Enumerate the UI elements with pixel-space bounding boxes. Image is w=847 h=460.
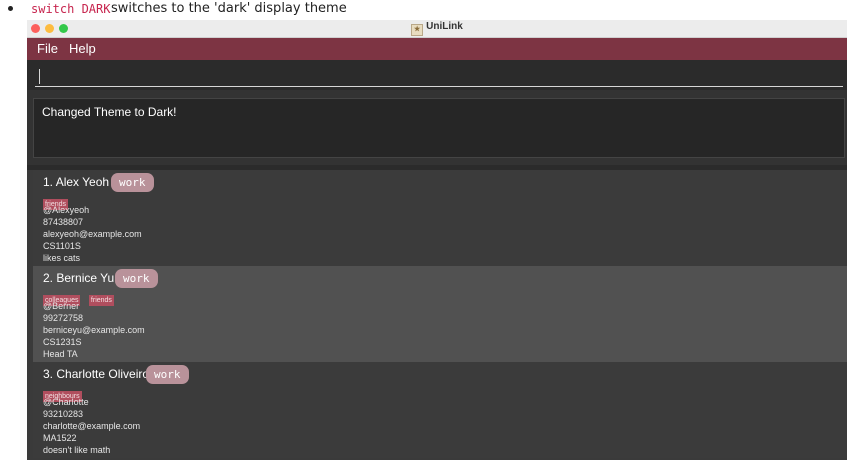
person-email: berniceyu@example.com — [43, 325, 145, 335]
person-index: 2. — [43, 271, 54, 285]
person-name: Charlotte Oliveiro — [56, 367, 150, 381]
tag: friends — [88, 295, 114, 306]
window-title-text: UniLink — [426, 21, 463, 32]
inline-code: switch DARK — [31, 2, 111, 16]
person-name-line: 1. Alex Yeoh — [43, 175, 109, 189]
result-display: Changed Theme to Dark! — [33, 98, 845, 158]
command-input[interactable] — [35, 65, 843, 87]
person-name-line: 3. Charlotte Oliveiro — [43, 367, 149, 381]
doc-description: switches to the 'dark' display theme — [111, 1, 347, 16]
doc-instruction-line: switch DARK switches to the 'dark' displ… — [0, 0, 847, 20]
person-name: Bernice Yu — [56, 271, 115, 285]
menu-file[interactable]: File — [37, 41, 58, 56]
role-badge: work — [115, 269, 158, 288]
person-handle: @Berner — [43, 301, 80, 311]
person-phone: 87438807 — [43, 217, 84, 227]
role-badge: work — [146, 365, 189, 384]
person-remark: Head TA — [43, 349, 78, 359]
person-name: Alex Yeoh — [55, 175, 110, 189]
result-display-panel: Changed Theme to Dark! — [27, 90, 847, 165]
command-box — [27, 60, 847, 90]
result-message: Changed Theme to Dark! — [42, 105, 177, 119]
title-bar: ★ UniLink — [27, 20, 847, 38]
person-card[interactable]: 1. Alex Yeoh work friends @Alexyeoh 8743… — [33, 170, 847, 266]
person-module: CS1231S — [43, 337, 82, 347]
app-icon: ★ — [411, 24, 424, 36]
window-title: ★ UniLink — [27, 21, 847, 36]
person-email: alexyeoh@example.com — [43, 229, 142, 239]
tag-list: friends — [43, 193, 72, 210]
person-list[interactable]: 1. Alex Yeoh work friends @Alexyeoh 8743… — [27, 170, 847, 460]
person-card[interactable]: 3. Charlotte Oliveiro work neighbours @C… — [33, 362, 847, 458]
person-remark: likes cats — [43, 253, 81, 263]
text-caret — [39, 69, 40, 84]
tag-list: neighbours — [43, 385, 86, 402]
person-phone: 93210283 — [43, 409, 84, 419]
person-module: CS1101S — [43, 241, 81, 251]
person-module: MA1522 — [43, 433, 77, 443]
person-index: 1. — [43, 175, 54, 189]
person-remark: doesn't like math — [43, 445, 111, 455]
person-index: 3. — [43, 367, 54, 381]
app-window: ★ UniLink File Help Changed Theme to Dark… — [27, 20, 847, 460]
tag-list: colleagues friends — [43, 289, 118, 306]
menu-bar: File Help — [27, 38, 847, 60]
bullet-icon — [8, 6, 13, 11]
person-email: charlotte@example.com — [43, 421, 141, 431]
role-badge: work — [111, 173, 154, 192]
person-handle: @Alexyeoh — [43, 205, 90, 215]
person-phone: 99272758 — [43, 313, 84, 323]
person-name-line: 2. Bernice Yu — [43, 271, 114, 285]
person-card[interactable]: 2. Bernice Yu work colleagues friends @B… — [33, 266, 847, 362]
person-handle: @Charlotte — [43, 397, 89, 407]
menu-help[interactable]: Help — [69, 41, 96, 56]
